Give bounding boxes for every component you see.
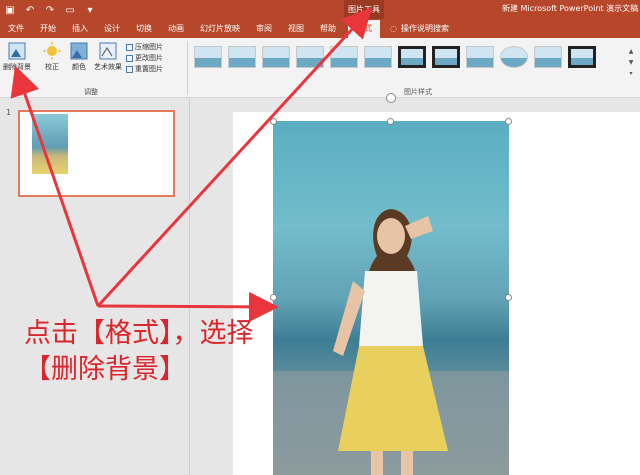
group-separator <box>187 41 188 95</box>
compress-icon <box>126 44 133 51</box>
change-picture-button[interactable]: 更改图片 <box>126 53 163 64</box>
undo-icon[interactable]: ↶ <box>24 5 36 16</box>
picture-style-option[interactable] <box>534 46 562 68</box>
title-bar: ▣ ↶ ↷ ▭ ▾ 图片工具 新建 Microsoft PowerPoint 演… <box>0 0 640 38</box>
tab-view[interactable]: 视图 <box>280 20 312 38</box>
annotation-line-2: 【删除背景】 <box>24 354 186 385</box>
ribbon-tabs: 文件 开始 插入 设计 切换 动画 幻灯片放映 审阅 视图 帮助 格式 <box>0 20 380 38</box>
redo-icon[interactable]: ↷ <box>44 5 56 16</box>
color-label: 颜色 <box>72 63 86 71</box>
tab-file[interactable]: 文件 <box>0 20 32 38</box>
picture-styles-group-label: 图片样式 <box>404 88 432 96</box>
document-title: 新建 Microsoft PowerPoint 演示文稿 <box>502 4 639 13</box>
resize-handle-left[interactable] <box>270 294 277 301</box>
gallery-scroll-arrows[interactable]: ▲ ▼ ▾ <box>626 46 636 80</box>
save-icon[interactable]: ▣ <box>4 5 16 16</box>
color-button[interactable]: 颜色 <box>68 42 90 72</box>
resize-handle-top-left[interactable] <box>270 118 277 125</box>
artistic-effects-button[interactable]: 艺术效果 <box>92 42 124 72</box>
picture-style-option[interactable] <box>296 46 324 68</box>
lightbulb-icon: ◌ <box>390 24 397 33</box>
thumbnail-photo <box>32 114 68 174</box>
tab-insert[interactable]: 插入 <box>64 20 96 38</box>
tab-format[interactable]: 格式 <box>348 20 380 38</box>
picture-style-option[interactable] <box>432 46 460 68</box>
picture-tools-context-label: 图片工具 <box>344 0 384 19</box>
ribbon: 删除背景 校正 颜色 艺术效果 压缩图片 更改图片 重置图片 调整 ▲ ▼ ▾ … <box>0 38 640 98</box>
tab-transitions[interactable]: 切换 <box>128 20 160 38</box>
slide-number: 1 <box>6 108 12 117</box>
picture-style-option[interactable] <box>500 46 528 68</box>
artistic-effects-icon <box>99 42 117 60</box>
reset-picture-button[interactable]: 重置图片 <box>126 64 163 75</box>
remove-background-label: 删除背景 <box>3 63 31 71</box>
tab-help[interactable]: 帮助 <box>312 20 344 38</box>
selected-photo[interactable] <box>273 121 509 475</box>
picture-style-option[interactable] <box>398 46 426 68</box>
reset-picture-label: 重置图片 <box>135 65 163 73</box>
annotation-line-1: 点击【格式】，选择 <box>24 318 254 349</box>
start-presentation-icon[interactable]: ▭ <box>64 5 76 16</box>
adjust-small-buttons: 压缩图片 更改图片 重置图片 <box>126 42 163 75</box>
powerpoint-window: ▣ ↶ ↷ ▭ ▾ 图片工具 新建 Microsoft PowerPoint 演… <box>0 0 640 475</box>
slide-thumbnail[interactable] <box>18 110 175 197</box>
tell-me-label: 操作说明搜索 <box>400 24 449 33</box>
artistic-effects-label: 艺术效果 <box>94 63 122 71</box>
tell-me-search[interactable]: ◌ 操作说明搜索 <box>390 20 449 38</box>
tab-home[interactable]: 开始 <box>32 20 64 38</box>
resize-handle-top[interactable] <box>387 118 394 125</box>
picture-styles-gallery <box>194 46 596 68</box>
picture-style-option[interactable] <box>364 46 392 68</box>
corrections-button[interactable]: 校正 <box>40 42 64 72</box>
adjust-group-label: 调整 <box>84 88 98 96</box>
compress-label: 压缩图片 <box>135 43 163 51</box>
picture-style-option[interactable] <box>262 46 290 68</box>
change-picture-label: 更改图片 <box>135 54 163 62</box>
compress-pictures-button[interactable]: 压缩图片 <box>126 42 163 53</box>
customize-qat-icon[interactable]: ▾ <box>84 5 96 16</box>
rotate-handle[interactable] <box>386 93 396 103</box>
reset-picture-icon <box>126 66 133 73</box>
tab-review[interactable]: 审阅 <box>248 20 280 38</box>
resize-handle-right[interactable] <box>505 294 512 301</box>
picture-style-option[interactable] <box>568 46 596 68</box>
change-picture-icon <box>126 55 133 62</box>
tab-design[interactable]: 设计 <box>96 20 128 38</box>
annotation-caption: 点击【格式】，选择 【删除背景】 <box>24 316 254 388</box>
picture-style-option[interactable] <box>228 46 256 68</box>
quick-access-toolbar: ▣ ↶ ↷ ▭ ▾ <box>4 2 96 18</box>
remove-background-button[interactable]: 删除背景 <box>2 42 32 72</box>
resize-handle-top-right[interactable] <box>505 118 512 125</box>
tab-animations[interactable]: 动画 <box>160 20 192 38</box>
tab-slideshow[interactable]: 幻灯片放映 <box>192 20 248 38</box>
picture-style-option[interactable] <box>194 46 222 68</box>
remove-background-icon <box>8 42 26 60</box>
slide-thumbnail-pane: 1 <box>0 98 190 475</box>
picture-style-option[interactable] <box>466 46 494 68</box>
color-icon <box>70 42 88 60</box>
corrections-sun-icon <box>43 42 61 60</box>
photo-illustration <box>273 209 509 475</box>
picture-style-option[interactable] <box>330 46 358 68</box>
corrections-label: 校正 <box>45 63 59 71</box>
